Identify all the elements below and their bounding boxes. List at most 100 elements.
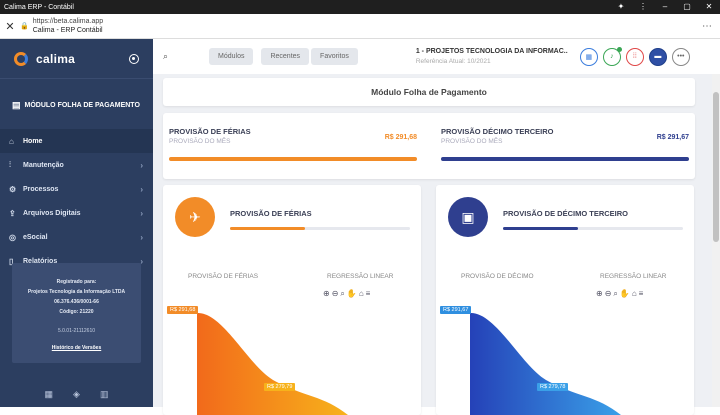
- sidebar-item-label: eSocial: [23, 233, 48, 241]
- summary-value: R$ 291,67: [656, 134, 689, 141]
- summary-value: R$ 291,68: [384, 134, 417, 141]
- reference-period: Referência Atual: 10/2021: [415, 58, 491, 65]
- version-history-link[interactable]: Histórico de Versões: [12, 343, 141, 353]
- legend-regression[interactable]: REGRESSÃO LINEAR: [327, 273, 393, 280]
- maximize-button[interactable]: ▢: [676, 0, 698, 14]
- chevron-right-icon: ›: [140, 184, 143, 194]
- airplane-icon: ✈: [175, 197, 215, 237]
- sidebar-nav: ⌂ Home ⫶ Manutenção › ⚙ Processos › ⇪ Ar…: [0, 129, 153, 273]
- sidebar-item-manutencao[interactable]: ⫶ Manutenção ›: [0, 153, 153, 177]
- extensions-icon[interactable]: ✦: [610, 0, 632, 14]
- data-label-top: R$ 291,67: [440, 306, 472, 314]
- browser-menu-icon[interactable]: ⋯: [702, 21, 712, 32]
- minimize-button[interactable]: –: [654, 0, 676, 14]
- sidebar-item-label: Arquivos Digitais: [23, 209, 81, 217]
- company-name: 1 - PROJETOS TECNOLOGIA DA INFORMAC...: [415, 48, 568, 55]
- legend-series[interactable]: PROVISÃO DE FÉRIAS: [188, 273, 258, 280]
- sidebar-item-esocial[interactable]: ◎ eSocial ›: [0, 225, 153, 249]
- chevron-right-icon: ›: [140, 160, 143, 170]
- summary-decimo: PROVISÃO DÉCIMO TERCEIRO PROVISÃO DO MÊS…: [441, 127, 689, 161]
- money-icon: ▤: [12, 99, 21, 110]
- summary-bar: [441, 157, 689, 161]
- sliders-icon: ⫶: [9, 160, 11, 169]
- summary-ferias: PROVISÃO DE FÉRIAS PROVISÃO DO MÊS R$ 29…: [169, 127, 417, 161]
- module-title: ▤ MÓDULO FOLHA DE PAGAMENTO: [0, 89, 153, 121]
- page-title: Calima - ERP Contábil: [32, 27, 103, 34]
- url-text[interactable]: https://beta.calima.app: [33, 18, 103, 25]
- chevron-right-icon: ›: [140, 208, 143, 218]
- money-bill-icon: ▣: [448, 197, 488, 237]
- summary-label: PROVISÃO DÉCIMO TERCEIRO: [441, 127, 554, 136]
- close-window-button[interactable]: ✕: [698, 0, 720, 14]
- version-text: 5.0.01-21112610: [57, 328, 96, 334]
- summary-sub: PROVISÃO DO MÊS: [169, 138, 231, 145]
- data-label-mid: R$ 279,78: [537, 383, 569, 391]
- notification-dot: [616, 46, 622, 52]
- card-progress: [230, 227, 410, 230]
- tab-favoritos[interactable]: Favoritos: [311, 48, 358, 65]
- home-icon: ⌂: [9, 136, 14, 146]
- data-label-top: R$ 291,68: [167, 306, 199, 314]
- registration-cnpj: 06.376.436/0001-66: [54, 299, 99, 305]
- summary-label: PROVISÃO DE FÉRIAS: [169, 127, 251, 136]
- registration-company: Projetos Tecnologia da Informação LTDA: [27, 289, 126, 295]
- decimo-chart-card: ▣ PROVISÃO DE DÉCIMO TERCEIRO PROVISÃO D…: [436, 185, 694, 415]
- sidebar-item-label: Manutenção: [23, 161, 64, 169]
- tab-recentes[interactable]: Recentes: [261, 48, 310, 65]
- layers-icon[interactable]: ◈: [73, 389, 80, 400]
- more-icon[interactable]: ⋮: [632, 0, 654, 14]
- chart-toolbar[interactable]: ⊕⊖⌕✋⌂≡: [596, 289, 645, 299]
- main-content: Módulo Folha de Pagamento PROVISÃO DE FÉ…: [153, 74, 712, 415]
- window-titlebar: Calima ERP - Contábil ✦ ⋮ – ▢ ✕: [0, 0, 720, 14]
- decimo-area-chart: [470, 313, 621, 415]
- data-label-mid: R$ 279,79: [264, 383, 296, 391]
- registration-heading: Registrado para:: [56, 279, 97, 285]
- progress-fill: [230, 227, 305, 230]
- registration-code: Código: 21220: [59, 309, 94, 315]
- card-title: PROVISÃO DE FÉRIAS: [230, 209, 312, 218]
- lock-icon: 🔒: [20, 23, 29, 30]
- card-title: PROVISÃO DE DÉCIMO TERCEIRO: [503, 209, 629, 218]
- scrollbar-thumb[interactable]: [713, 92, 719, 242]
- summary-sub: PROVISÃO DO MÊS: [441, 138, 503, 145]
- brand-name: calima: [36, 51, 76, 66]
- legend-regression[interactable]: REGRESSÃO LINEAR: [600, 273, 666, 280]
- more-options-icon[interactable]: •••: [671, 47, 690, 66]
- provision-summary: PROVISÃO DE FÉRIAS PROVISÃO DO MÊS R$ 29…: [163, 113, 695, 179]
- close-icon[interactable]: ✕: [0, 20, 20, 33]
- building-icon[interactable]: ▦: [579, 47, 598, 66]
- chat-icon[interactable]: ▬: [648, 47, 667, 66]
- window-title: Calima ERP - Contábil: [4, 3, 74, 11]
- area-series: [198, 313, 348, 415]
- card-progress: [503, 227, 683, 230]
- legend-series[interactable]: PROVISÃO DE DÉCIMO: [461, 273, 534, 280]
- ferias-area-chart: [197, 313, 348, 415]
- apps-grid-icon[interactable]: ⁞⁞: [625, 47, 644, 66]
- top-bar: ⌕ Módulos Recentes Favoritos 1 - PROJETO…: [153, 39, 720, 74]
- calendar-icon[interactable]: ▦: [45, 389, 54, 400]
- globe-icon: ◎: [9, 232, 16, 242]
- brand-row: calima: [0, 39, 153, 79]
- registration-box: Registrado para: Projetos Tecnologia da …: [12, 263, 141, 363]
- sidebar-item-arquivos-digitais[interactable]: ⇪ Arquivos Digitais ›: [0, 201, 153, 225]
- logo-icon: [14, 51, 28, 66]
- sidebar-item-processos[interactable]: ⚙ Processos ›: [0, 177, 153, 201]
- bell-icon[interactable]: ♪: [602, 46, 622, 66]
- chart-toolbar[interactable]: ⊕⊖⌕✋⌂≡: [323, 289, 372, 299]
- gear-icon: ⚙: [9, 184, 17, 194]
- sidebar-footer: ▦ ◈ ▥: [0, 381, 153, 407]
- module-header: Módulo Folha de Pagamento: [163, 78, 695, 106]
- company-selector[interactable]: 1 - PROJETOS TECNOLOGIA DA INFORMAC... R…: [416, 48, 568, 65]
- tab-modulos[interactable]: Módulos: [209, 48, 254, 65]
- module-label: MÓDULO FOLHA DE PAGAMENTO: [24, 101, 140, 109]
- upload-icon: ⇪: [9, 208, 16, 218]
- sidebar-item-home[interactable]: ⌂ Home: [0, 129, 153, 153]
- area-series: [471, 313, 621, 415]
- browser-address-bar: ✕ 🔒 https://beta.calima.app Calima - ERP…: [0, 14, 720, 39]
- target-icon[interactable]: [129, 53, 139, 64]
- sidebar-item-label: Home: [23, 137, 43, 145]
- search-icon[interactable]: ⌕: [163, 51, 185, 62]
- vertical-scrollbar[interactable]: [712, 74, 720, 407]
- clipboard-icon[interactable]: ▥: [100, 389, 109, 400]
- progress-fill: [503, 227, 578, 230]
